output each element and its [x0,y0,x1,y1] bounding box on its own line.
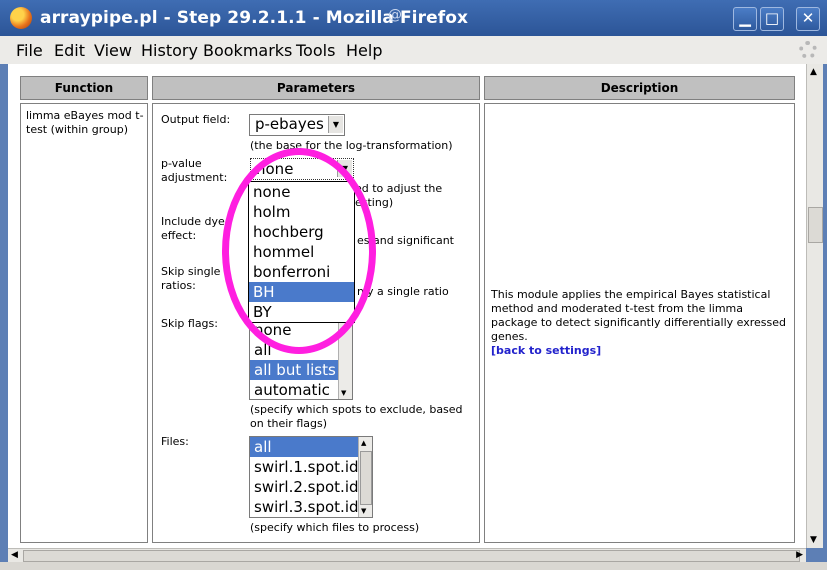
scroll-down-arrow-icon[interactable]: ▼ [810,535,817,545]
output-field-select[interactable]: p-ebayes ▼ [249,114,345,136]
menu-bar: File Edit View History Bookmarks Tools H… [0,36,827,64]
status-strip [0,562,827,570]
files-scroll-thumb[interactable] [360,451,372,505]
scroll-down-arrow-icon[interactable]: ▼ [361,507,366,515]
header-description: Description [484,76,795,100]
pvalue-adjustment-value: none [256,160,294,178]
pvalue-option-hochberg[interactable]: hochberg [249,222,354,242]
pvalue-option-bonferroni[interactable]: bonferroni [249,262,354,282]
page-horizontal-scroll-thumb[interactable] [23,550,800,562]
skip-flags-option-automatic[interactable]: automatic [250,380,352,399]
skip-flags-option-all-but-lists[interactable]: all but lists [250,360,352,380]
include-dye-note: es and significant [357,234,454,247]
menu-bookmarks[interactable]: Bookmarks [203,41,292,60]
header-parameters: Parameters [152,76,480,100]
pvalue-label-line2: adjustment: [161,171,228,184]
pvalue-adjustment-dropdown-list[interactable]: none holm hochberg hommel bonferroni BH … [248,181,355,323]
pvalue-option-bh[interactable]: BH [249,282,354,302]
scroll-right-arrow-icon[interactable]: ▶ [796,550,803,560]
close-button[interactable]: ✕ [796,7,820,31]
files-option-swirl-3[interactable]: swirl.3.spot.id [250,497,372,517]
output-field-label: Output field: [161,113,231,126]
files-option-all[interactable]: all [250,437,359,457]
scroll-left-arrow-icon[interactable]: ◀ [11,550,18,560]
skip-single-label-line1: Skip single [161,265,221,278]
pvalue-adjustment-select[interactable]: none ▼ [250,158,354,180]
files-note: (specify which files to process) [250,521,420,534]
window-title: arraypipe.pl - Step 29.2.1.1 - Mozilla F… [40,8,469,28]
output-field-note: (the base for the log-transformation) [250,139,453,152]
skip-flags-note-line1: (specify which spots to exclude, based [250,403,463,416]
skip-flags-label: Skip flags: [161,317,218,330]
page-vertical-scroll-thumb[interactable] [808,207,823,243]
menu-view[interactable]: View [94,41,132,60]
menu-help[interactable]: Help [346,41,382,60]
menu-tools[interactable]: Tools [296,41,335,60]
swirl-decoration-icon: @ [388,7,402,23]
scroll-down-arrow-icon[interactable]: ▼ [341,389,346,397]
skip-single-label-line2: ratios: [161,279,196,292]
header-function: Function [20,76,148,100]
output-field-value: p-ebayes [255,115,324,133]
pvalue-option-holm[interactable]: holm [249,202,354,222]
function-cell [20,103,148,543]
skip-flags-note-line2: on their flags) [250,417,327,430]
pvalue-label-line1: p-value [161,157,202,170]
pvalue-option-none[interactable]: none [249,182,354,202]
description-text: This module applies the empirical Bayes … [491,288,787,343]
menu-file[interactable]: File [16,41,43,60]
page-vertical-scrollbar[interactable]: ▲ ▼ [806,64,823,548]
scroll-up-arrow-icon[interactable]: ▲ [810,67,817,77]
maximize-button[interactable]: □ [760,7,784,31]
window-titlebar: arraypipe.pl - Step 29.2.1.1 - Mozilla F… [0,0,827,36]
files-listbox[interactable]: all swirl.1.spot.id swirl.2.spot.id swir… [249,436,373,518]
files-option-swirl-2[interactable]: swirl.2.spot.id [250,477,372,497]
skip-single-note: nly a single ratio [357,285,449,298]
pvalue-note-line2: esting) [355,196,394,209]
include-dye-label-line1: Include dye [161,215,225,228]
menu-history[interactable]: History [141,41,198,60]
skip-flags-listbox[interactable]: none all all but lists automatic ▼ [249,319,353,400]
chevron-down-icon: ▼ [328,116,343,133]
pvalue-option-by[interactable]: BY [249,302,354,322]
files-option-swirl-1[interactable]: swirl.1.spot.id [250,457,372,477]
skip-flags-scrollbar[interactable]: ▼ [338,320,352,399]
firefox-logo-icon [10,7,32,29]
files-scrollbar[interactable]: ▲ ▼ [358,437,372,517]
chevron-down-icon: ▼ [337,160,352,177]
skip-flags-option-all[interactable]: all [250,340,352,360]
scroll-up-arrow-icon[interactable]: ▲ [361,439,366,447]
menu-edit[interactable]: Edit [54,41,85,60]
pvalue-note-line1: ed to adjust the [355,182,443,195]
loading-throbber-icon [799,41,817,59]
function-name: limma eBayes mod t-test (within group) [26,109,144,136]
pvalue-option-hommel[interactable]: hommel [249,242,354,262]
skip-flags-option-none[interactable]: none [250,320,352,340]
minimize-button[interactable]: ▁ [733,7,757,31]
back-to-settings-link[interactable]: [back to settings] [491,344,601,358]
include-dye-label-line2: effect: [161,229,197,242]
files-label: Files: [161,435,189,448]
page-horizontal-scrollbar[interactable]: ◀ ▶ [8,548,806,563]
